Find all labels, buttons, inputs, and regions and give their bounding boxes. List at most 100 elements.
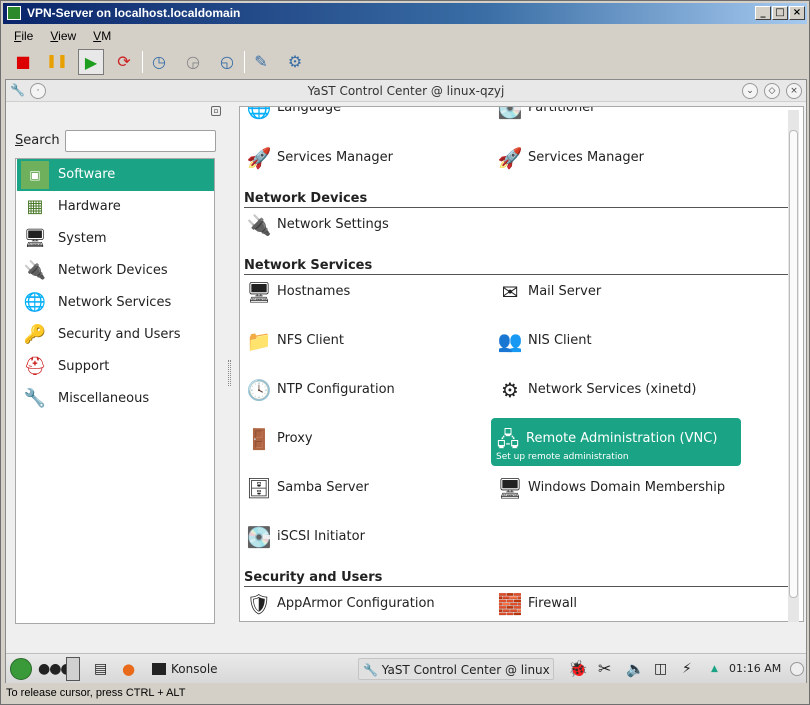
menu-file[interactable]: File — [3, 26, 39, 43]
yast-maximize-button[interactable]: ◇ — [764, 83, 780, 99]
module-language[interactable]: 🌐 Language — [242, 106, 492, 131]
bug-icon[interactable]: 🐞 — [568, 658, 588, 680]
miscellaneous-icon: 🔧 — [23, 388, 47, 409]
hardware-icon: ▦ — [26, 196, 44, 217]
konsole-icon — [152, 663, 166, 675]
module-label: Services Manager — [277, 150, 393, 165]
module-remote-administration[interactable]: 🖧 Remote Administration (VNC) Set up rem… — [491, 418, 741, 466]
module-mail-server[interactable]: ✉ Mail Server — [493, 271, 743, 315]
settings-button[interactable]: ✎ — [248, 49, 274, 75]
notifications-arrow-icon[interactable]: ▲ — [711, 658, 718, 680]
manage-snapshots-button[interactable]: ◵ — [214, 49, 240, 75]
module-label: Remote Administration (VNC) — [526, 431, 718, 446]
remote-admin-icon: 🖧 — [496, 427, 520, 451]
iscsi-icon: 💽 — [246, 525, 272, 549]
module-label: NIS Client — [528, 333, 592, 348]
yast-minimize-button[interactable]: ⌄ — [742, 83, 758, 99]
menu-view[interactable]: View — [39, 26, 82, 43]
vm-toolbar: ■ ❚❚ ▶ ⟳ ◷ ◶ ◵ ✎ ⚙ — [3, 47, 807, 77]
category-hardware[interactable]: ▦ Hardware — [17, 191, 214, 223]
network-services-icon: 🌐 — [23, 292, 47, 313]
splitter-handle[interactable] — [228, 360, 231, 386]
module-windows-domain-membership[interactable]: 🖥 Windows Domain Membership — [493, 467, 743, 511]
tools-icon: ⚙ — [287, 52, 303, 71]
module-scrollbar[interactable] — [788, 110, 799, 622]
volume-icon[interactable]: 🔈 — [626, 658, 645, 680]
module-nis-client[interactable]: 👥 NIS Client — [493, 320, 743, 364]
network-devices-icon: 🔌 — [23, 260, 47, 281]
category-label: Network Devices — [58, 263, 168, 278]
scissors-icon[interactable]: ✂ — [598, 658, 611, 680]
category-support[interactable]: ⛑ Support — [17, 351, 214, 383]
yast-close-button[interactable]: × — [786, 83, 802, 99]
module-iscsi-initiator[interactable]: 💽 iSCSI Initiator — [242, 516, 492, 560]
device-icon[interactable]: ◫ — [654, 658, 667, 680]
module-xinetd[interactable]: ⚙ Network Services (xinetd) — [493, 369, 743, 413]
category-label: Network Services — [58, 295, 172, 310]
language-icon: 🌐 — [246, 106, 272, 120]
category-security-users[interactable]: 🔑 Security and Users — [17, 319, 214, 351]
network-disconnected-icon[interactable]: ⚡ — [682, 658, 692, 680]
konsole-task[interactable]: Konsole — [152, 658, 218, 680]
module-proxy[interactable]: 🚪 Proxy — [242, 418, 492, 462]
module-label: Network Settings — [277, 217, 389, 232]
module-firewall[interactable]: 🧱 Firewall — [493, 583, 743, 621]
detach-icon[interactable]: ▫ — [211, 106, 221, 116]
proxy-icon: 🚪 — [246, 427, 272, 451]
start-menu-icon[interactable] — [10, 658, 32, 680]
menu-vm[interactable]: VM — [82, 26, 117, 43]
windows-domain-icon: 🖥 — [497, 476, 523, 500]
category-network-services[interactable]: 🌐 Network Services — [17, 287, 214, 319]
category-system[interactable]: 🖥 System — [17, 223, 214, 255]
show-desktop-icon[interactable] — [66, 657, 80, 681]
tools-button[interactable]: ⚙ — [282, 49, 308, 75]
toolbar-separator — [142, 51, 143, 73]
maximize-button[interactable]: □ — [772, 6, 788, 20]
yast-task[interactable]: 🔧 YaST Control Center @ linux — [358, 658, 554, 680]
yast-title-bar[interactable]: 🔧 · YaST Control Center @ linux-qzyj ⌄ ◇… — [6, 80, 806, 102]
status-text: To release cursor, press CTRL + ALT — [6, 687, 186, 699]
revert-button[interactable]: ◶ — [180, 49, 206, 75]
snapshot-button[interactable]: ◷ — [146, 49, 172, 75]
scrollbar-thumb[interactable] — [789, 130, 798, 598]
module-label: NTP Configuration — [277, 382, 395, 397]
module-samba-server[interactable]: 🗄 Samba Server — [242, 467, 492, 511]
panel-toolbox-icon[interactable] — [790, 662, 804, 676]
category-list: ▣ Software ▦ Hardware 🖥 System 🔌 Network… — [15, 158, 215, 624]
category-network-devices[interactable]: 🔌 Network Devices — [17, 255, 214, 287]
minimize-button[interactable]: _ — [755, 6, 771, 20]
firefox-icon[interactable]: ● — [122, 658, 135, 680]
title-bar[interactable]: VPN-Server on localhost.localdomain _ □ … — [3, 3, 807, 24]
module-label: Services Manager — [528, 150, 644, 165]
settings-icon: ✎ — [254, 52, 268, 71]
reset-button[interactable]: ⟳ — [111, 49, 137, 75]
module-network-settings[interactable]: 🔌 Network Settings — [242, 204, 492, 248]
module-label: Mail Server — [528, 284, 602, 299]
module-ntp-configuration[interactable]: 🕓 NTP Configuration — [242, 369, 492, 413]
module-label: iSCSI Initiator — [277, 529, 365, 544]
support-icon: ⛑ — [23, 356, 47, 377]
clock[interactable]: 01:16 AM — [729, 658, 781, 680]
search-input[interactable] — [65, 130, 216, 152]
module-apparmor[interactable]: 🛡 AppArmor Configuration — [242, 583, 492, 621]
yast-window-title: YaST Control Center @ linux-qzyj — [307, 84, 505, 98]
module-label: Windows Domain Membership — [528, 480, 726, 495]
module-services-manager[interactable]: 🚀 Services Manager — [242, 137, 492, 181]
play-button[interactable]: ▶ — [78, 49, 104, 75]
yast-task-icon: 🔧 — [363, 663, 378, 677]
pause-button[interactable]: ❚❚ — [44, 49, 70, 75]
file-manager-icon[interactable]: ▤ — [94, 658, 107, 680]
module-nfs-client[interactable]: 📁 NFS Client — [242, 320, 492, 364]
guest-screen[interactable]: 🔧 · YaST Control Center @ linux-qzyj ⌄ ◇… — [5, 79, 807, 683]
xinetd-icon: ⚙ — [501, 378, 519, 402]
close-button[interactable]: × — [789, 6, 805, 20]
module-hostnames[interactable]: 🖥 Hostnames — [242, 271, 492, 315]
category-software[interactable]: ▣ Software — [17, 159, 214, 191]
services-manager-icon: 🚀 — [497, 146, 523, 170]
module-label: Samba Server — [277, 480, 369, 495]
module-services-manager-2[interactable]: 🚀 Services Manager — [493, 137, 743, 181]
category-miscellaneous[interactable]: 🔧 Miscellaneous — [17, 383, 214, 415]
stop-button[interactable]: ■ — [10, 49, 36, 75]
module-partitioner[interactable]: 💽 Partitioner — [493, 107, 743, 131]
hostnames-icon: 🖥 — [246, 280, 272, 304]
